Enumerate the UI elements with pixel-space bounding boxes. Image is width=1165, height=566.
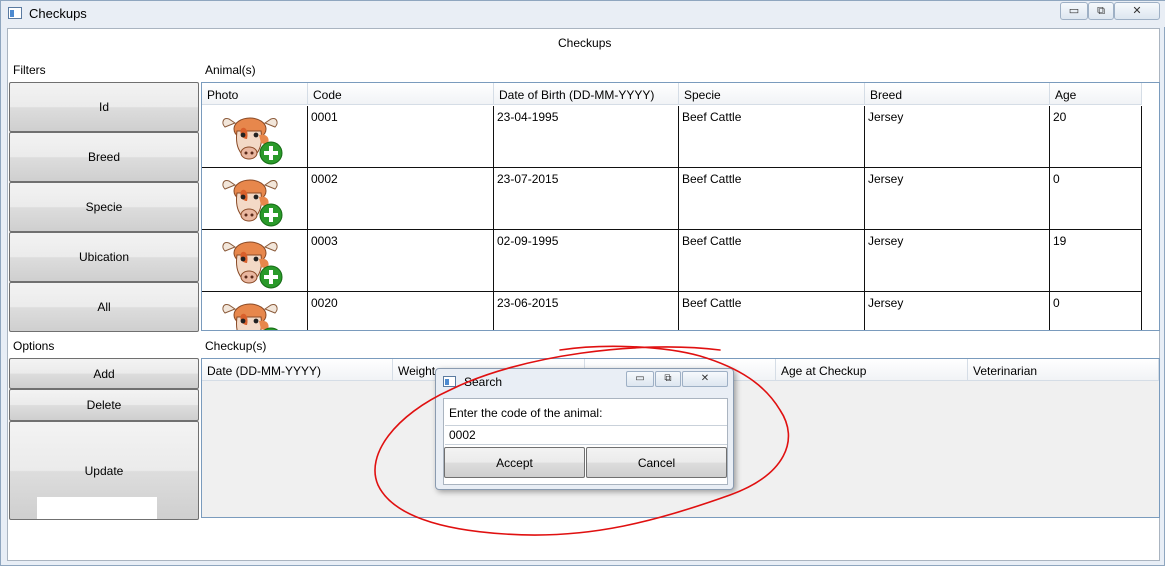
filter-specie-button[interactable]: Specie bbox=[9, 182, 199, 232]
filter-id-button[interactable]: Id bbox=[9, 82, 199, 132]
column-header-photo[interactable]: Photo bbox=[202, 83, 308, 105]
breed-cell[interactable]: Jersey bbox=[865, 292, 1050, 330]
column-header-breed[interactable]: Breed bbox=[865, 83, 1050, 105]
specie-cell[interactable]: Beef Cattle bbox=[679, 292, 865, 330]
dialog-title: Search bbox=[464, 375, 503, 389]
dialog-restore-button[interactable]: ⧉ bbox=[655, 371, 681, 387]
column-header-age-at-checkup[interactable]: Age at Checkup bbox=[776, 359, 968, 381]
dob-cell[interactable]: 23-06-2015 bbox=[494, 292, 679, 330]
options-label: Options bbox=[13, 339, 55, 353]
specie-cell[interactable]: Beef Cattle bbox=[679, 168, 865, 230]
age-cell[interactable]: 0 bbox=[1050, 292, 1142, 330]
animals-grid[interactable]: Photo Code Date of Birth (DD-MM-YYYY) Sp… bbox=[201, 82, 1160, 331]
cow-add-icon bbox=[222, 117, 283, 165]
animals-label: Animal(s) bbox=[205, 63, 256, 77]
add-button[interactable]: Add bbox=[9, 358, 199, 389]
breed-cell[interactable]: Jersey bbox=[865, 168, 1050, 230]
dialog-body: Enter the code of the animal: Accept Can… bbox=[443, 398, 728, 485]
age-cell[interactable]: 0 bbox=[1050, 168, 1142, 230]
accept-button[interactable]: Accept bbox=[444, 447, 585, 478]
animal-code-input[interactable] bbox=[445, 425, 727, 445]
dialog-minimize-button[interactable]: ▭ bbox=[626, 371, 654, 387]
title-bar[interactable]: Checkups ▭ ⧉ ✕ bbox=[1, 1, 1165, 27]
column-header-age[interactable]: Age bbox=[1050, 83, 1142, 105]
page-title: Checkups bbox=[558, 36, 612, 50]
filter-breed-button[interactable]: Breed bbox=[9, 132, 199, 182]
age-cell[interactable]: 20 bbox=[1050, 106, 1142, 168]
breed-cell[interactable]: Jersey bbox=[865, 106, 1050, 168]
close-button[interactable]: ✕ bbox=[1114, 2, 1160, 20]
filter-ubication-button[interactable]: Ubication bbox=[9, 232, 199, 282]
column-header-dob[interactable]: Date of Birth (DD-MM-YYYY) bbox=[494, 83, 679, 105]
code-cell[interactable]: 0020 bbox=[308, 292, 494, 330]
search-dialog: Search ▭ ⧉ ✕ Enter the code of the anima… bbox=[435, 368, 734, 490]
filters-label: Filters bbox=[13, 63, 46, 77]
column-header-code[interactable]: Code bbox=[308, 83, 494, 105]
photo-cell[interactable] bbox=[202, 106, 308, 168]
dialog-prompt: Enter the code of the animal: bbox=[449, 406, 603, 420]
cow-add-icon bbox=[222, 179, 283, 227]
specie-cell[interactable]: Beef Cattle bbox=[679, 230, 865, 292]
column-header-veterinarian[interactable]: Veterinarian bbox=[968, 359, 1159, 381]
dob-cell[interactable]: 02-09-1995 bbox=[494, 230, 679, 292]
photo-cell[interactable] bbox=[202, 292, 308, 330]
code-cell[interactable]: 0001 bbox=[308, 106, 494, 168]
restore-button[interactable]: ⧉ bbox=[1088, 2, 1114, 20]
dialog-close-button[interactable]: ✕ bbox=[682, 371, 728, 387]
cancel-button[interactable]: Cancel bbox=[586, 447, 727, 478]
filter-all-button[interactable]: All bbox=[9, 282, 199, 332]
app-icon bbox=[8, 7, 22, 19]
code-cell[interactable]: 0003 bbox=[308, 230, 494, 292]
column-header-specie[interactable]: Specie bbox=[679, 83, 865, 105]
code-cell[interactable]: 0002 bbox=[308, 168, 494, 230]
breed-cell[interactable]: Jersey bbox=[865, 230, 1050, 292]
checkups-label: Checkup(s) bbox=[205, 339, 267, 353]
specie-cell[interactable]: Beef Cattle bbox=[679, 106, 865, 168]
cow-add-icon bbox=[222, 241, 283, 289]
photo-cell[interactable] bbox=[202, 230, 308, 292]
minimize-button[interactable]: ▭ bbox=[1060, 2, 1088, 20]
column-header-date[interactable]: Date (DD-MM-YYYY) bbox=[202, 359, 393, 381]
dialog-app-icon bbox=[443, 376, 456, 387]
age-cell[interactable]: 19 bbox=[1050, 230, 1142, 292]
dob-cell[interactable]: 23-07-2015 bbox=[494, 168, 679, 230]
delete-button[interactable]: Delete bbox=[9, 389, 199, 421]
dob-cell[interactable]: 23-04-1995 bbox=[494, 106, 679, 168]
cow-add-icon bbox=[222, 303, 279, 330]
update-overlay-box bbox=[37, 497, 157, 519]
window-title: Checkups bbox=[29, 6, 87, 21]
photo-cell[interactable] bbox=[202, 168, 308, 230]
